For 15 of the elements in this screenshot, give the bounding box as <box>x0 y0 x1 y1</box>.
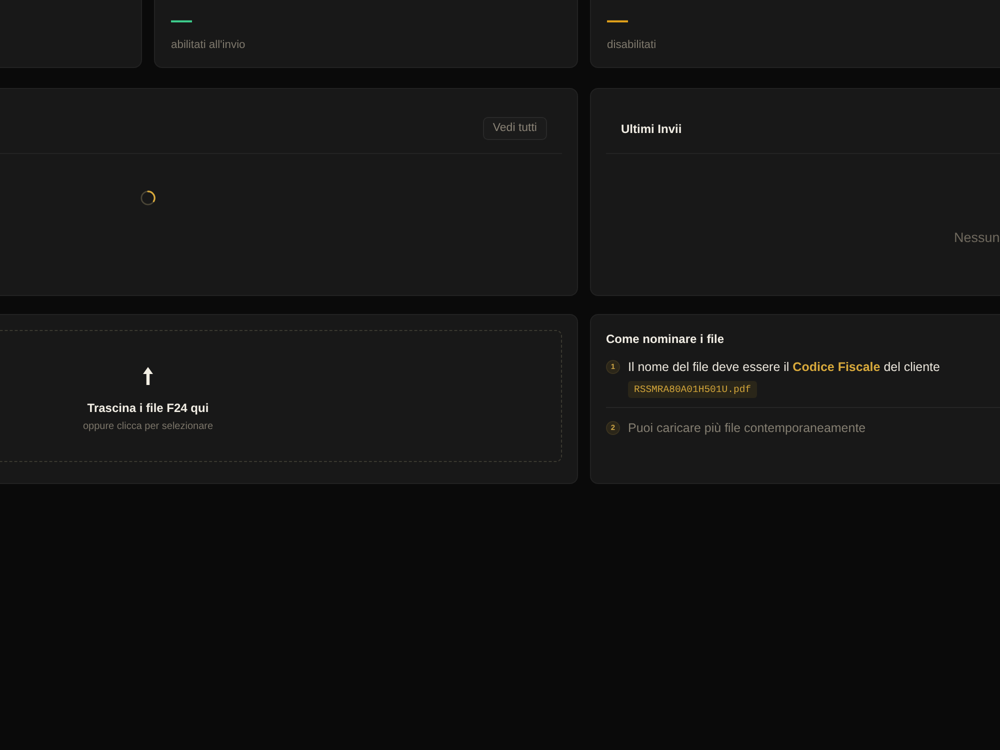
stat-label: abilitati all'invio <box>171 38 246 53</box>
drop-zone-hint: oppure clicca per selezionare <box>82 420 214 434</box>
empty-state-text: Nessun <box>954 229 1000 247</box>
stat-value: — <box>607 8 628 34</box>
view-all-button[interactable]: Vedi tutti <box>482 117 547 140</box>
file-drop-zone[interactable]: Trascina i file F24 qui oppure clicca per selezionare <box>0 330 562 462</box>
drop-zone-title: Trascina i file F24 qui <box>87 400 209 417</box>
upload-arrow-icon <box>143 367 153 385</box>
panel-title: Ultimi Invii <box>621 120 682 138</box>
stat-value: — <box>171 8 192 34</box>
help-title: Come nominare i file <box>606 331 724 348</box>
stat-label: disabilitati <box>607 38 656 53</box>
filename-example: RSSMRA80A01H501U.pdf <box>628 381 758 398</box>
step-text: Puoi caricare più file contemporaneamente <box>628 420 866 436</box>
step-text: Il nome del file deve essere il Codice Fiscale del cliente <box>628 359 940 375</box>
